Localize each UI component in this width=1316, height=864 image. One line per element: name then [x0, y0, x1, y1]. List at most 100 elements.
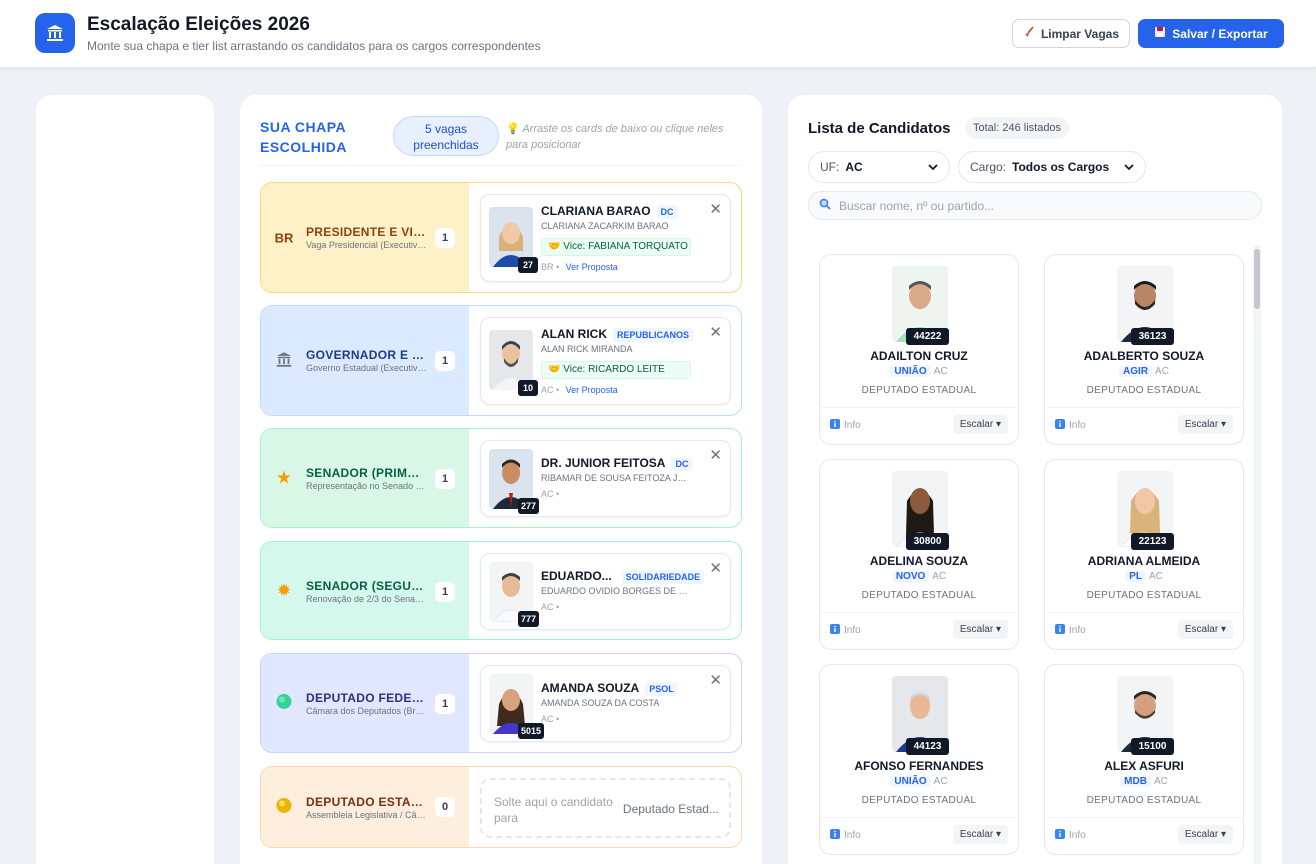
slot-presidente[interactable]: BR PRESIDENTE E VICE-PRESIDENTE Vaga Pre…: [260, 182, 742, 293]
party-badge: DC: [671, 456, 693, 471]
slot-governador[interactable]: GOVERNADOR E VICE-GOVERNADOR Governo Est…: [260, 305, 742, 416]
chapa-hint-text: Arraste os cards de baixo ou clique nele…: [506, 123, 724, 151]
green-circle-icon: [273, 694, 295, 713]
save-export-label: Salvar / Exportar: [1172, 26, 1268, 41]
info-button[interactable]: Info: [830, 624, 861, 637]
chevron-down-icon: [1123, 161, 1135, 176]
chapa-panel: SUA CHAPA ESCOLHIDA 5 vagas preenchidas …: [240, 95, 762, 864]
slot-info: BR PRESIDENTE E VICE-PRESIDENTE Vaga Pre…: [261, 183, 469, 292]
close-icon[interactable]: ✕: [709, 673, 722, 688]
info-icon: [1055, 419, 1065, 432]
info-label: Info: [844, 830, 861, 841]
slot-description: Assembleia Legislativa / Câmara Legislat…: [306, 810, 428, 820]
slot-senador-1[interactable]: ★ SENADOR (PRIMEIRA VAGA) Representação …: [260, 428, 742, 528]
info-button[interactable]: Info: [830, 829, 861, 842]
handshake-icon: 🤝: [548, 241, 561, 252]
selected-candidate-card[interactable]: 277 DR. JUNIOR FEITOSA DC RIBAMAR DE SOUS…: [480, 440, 731, 517]
scrollbar-track[interactable]: [1253, 245, 1261, 864]
info-button[interactable]: Info: [1055, 419, 1086, 432]
info-label: Info: [844, 625, 861, 636]
candidate-card[interactable]: 22123 ADRIANA ALMEIDA PL AC DEPUTADO ESTA…: [1044, 459, 1244, 650]
candidate-meta: AC •: [541, 714, 560, 724]
candidate-number: 5015: [518, 723, 545, 739]
candidate-card[interactable]: 15100 ALEX ASFURI MDB AC DEPUTADO ESTADUA…: [1044, 664, 1244, 855]
party-badge: REPUBLICANOS: [613, 327, 694, 342]
candidate-number: 15100: [1131, 738, 1174, 755]
candidate-name: AFONSO FERNANDES: [854, 759, 984, 773]
view-proposal-link[interactable]: Ver Proposta: [566, 385, 618, 395]
candidate-meta: AC • Ver Proposta: [541, 385, 618, 395]
candidate-uf: AC: [1153, 776, 1168, 787]
slot-count-badge: 1: [435, 228, 455, 248]
close-icon[interactable]: ✕: [709, 448, 722, 463]
candidate-uf: AC: [541, 385, 554, 395]
sun-icon: ✹: [276, 580, 292, 600]
slot-title: PRESIDENTE E VICE-PRESIDENTE: [306, 225, 426, 239]
escalar-button[interactable]: Escalar ▾: [952, 825, 1008, 844]
candidate-full-name: EDUARDO OVIDIO BORGES DE VELASCO: [541, 586, 691, 596]
slot-info: ★ SENADOR (PRIMEIRA VAGA) Representação …: [261, 429, 469, 527]
candidate-uf: AC: [933, 366, 948, 377]
slot-deputado-estadual[interactable]: DEPUTADO ESTADUAL Assembleia Legislativa…: [260, 766, 742, 848]
view-proposal-link[interactable]: Ver Proposta: [566, 262, 618, 272]
divider: [1046, 612, 1244, 613]
candidate-name: CLARIANA BARAO DC: [541, 204, 678, 219]
cargo-select[interactable]: Cargo: Todos os Cargos: [958, 151, 1146, 183]
selected-candidate-card[interactable]: 777 EDUARDO... SOLIDARIEDADE EDUARDO OVID…: [480, 553, 731, 630]
candidate-name: DR. JUNIOR FEITOSA DC: [541, 456, 693, 471]
selected-candidate-card[interactable]: 5015 AMANDA SOUZA PSOL AMANDA SOUZA DA CO…: [480, 665, 731, 742]
party-badge: DC: [656, 204, 678, 219]
candidate-name: AMANDA SOUZA PSOL: [541, 681, 678, 696]
search-icon: [819, 198, 831, 213]
candidate-party-line: PL AC: [1045, 571, 1243, 582]
candidate-number: 36123: [1131, 328, 1174, 345]
slot-icon-br: BR: [274, 230, 294, 245]
close-icon[interactable]: ✕: [709, 325, 722, 340]
info-label: Info: [844, 420, 861, 431]
slot-deputado-federal[interactable]: DEPUTADO FEDERAL Câmara dos Deputados (B…: [260, 653, 742, 753]
info-button[interactable]: Info: [1055, 829, 1086, 842]
candidate-number: 777: [518, 611, 540, 627]
broom-icon: [1023, 26, 1035, 41]
drop-zone[interactable]: Solte aqui o candidato para Deputado Est…: [480, 778, 731, 838]
slot-senador-2[interactable]: ✹ SENADOR (SEGUNDA VAGA) Renovação de 2/…: [260, 541, 742, 640]
close-icon[interactable]: ✕: [709, 202, 722, 217]
vice-badge: 🤝 Vice: FABIANA TORQUATO: [541, 238, 691, 256]
divider: [821, 612, 1019, 613]
selected-candidate-card[interactable]: 10 ALAN RICK REPUBLICANOS ALAN RICK MIRAN…: [480, 317, 731, 405]
escalar-button[interactable]: Escalar ▾: [952, 415, 1008, 434]
info-button[interactable]: Info: [830, 419, 861, 432]
escalar-button[interactable]: Escalar ▾: [1177, 825, 1233, 844]
bank-icon: [35, 13, 75, 53]
candidate-number: 22123: [1131, 533, 1174, 550]
uf-select[interactable]: UF: AC: [808, 151, 950, 183]
divider: [821, 817, 1019, 818]
candidate-card[interactable]: 44222 ADAILTON CRUZ UNIÃO AC DEPUTADO EST…: [819, 254, 1019, 445]
cargo-select-label: Cargo:: [970, 160, 1007, 174]
slot-description: Representação no Senado Federal: [306, 481, 428, 491]
divider: [821, 407, 1019, 408]
page-title: Escalação Eleições 2026: [87, 14, 310, 35]
search-input[interactable]: Buscar nome, nº ou partido...: [808, 191, 1262, 220]
slot-title: SENADOR (SEGUNDA VAGA): [306, 579, 426, 593]
slot-info: DEPUTADO FEDERAL Câmara dos Deputados (B…: [261, 654, 469, 752]
info-button[interactable]: Info: [1055, 624, 1086, 637]
clear-slots-button[interactable]: Limpar Vagas: [1012, 19, 1130, 48]
escalar-button[interactable]: Escalar ▾: [1177, 620, 1233, 639]
escalar-button[interactable]: Escalar ▾: [1177, 415, 1233, 434]
save-export-button[interactable]: Salvar / Exportar: [1138, 19, 1284, 48]
candidate-uf: AC: [933, 776, 948, 787]
divider: [1046, 407, 1244, 408]
close-icon[interactable]: ✕: [709, 561, 722, 576]
escalar-button[interactable]: Escalar ▾: [952, 620, 1008, 639]
candidate-card[interactable]: 30800 ADELINA SOUZA NOVO AC DEPUTADO ESTA…: [819, 459, 1019, 650]
candidate-card[interactable]: 44123 AFONSO FERNANDES UNIÃO AC DEPUTADO …: [819, 664, 1019, 855]
selected-candidate-card[interactable]: 27 CLARIANA BARAO DC CLARIANA ZACARKIM BA…: [480, 194, 731, 282]
candidate-meta: BR • Ver Proposta: [541, 262, 618, 272]
uf-select-label: UF:: [820, 160, 840, 174]
candidate-card[interactable]: 36123 ADALBERTO SOUZA AGIR AC DEPUTADO ES…: [1044, 254, 1244, 445]
vice-text: Vice: FABIANA TORQUATO: [563, 241, 688, 252]
scrollbar-thumb[interactable]: [1254, 249, 1260, 309]
info-label: Info: [1069, 420, 1086, 431]
candidate-name-text: ALAN RICK: [541, 327, 607, 341]
